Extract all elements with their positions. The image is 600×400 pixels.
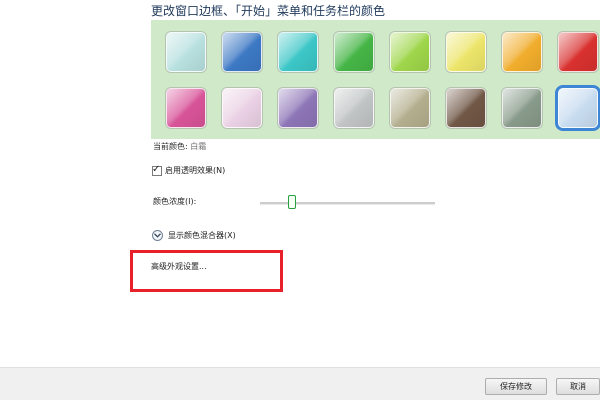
- color-swatch-chocolate[interactable]: [446, 88, 486, 128]
- color-intensity-label: 颜色浓度(I):: [153, 197, 197, 206]
- swatch-gloss: [279, 89, 317, 127]
- color-swatch-lime[interactable]: [390, 32, 430, 72]
- swatch-gloss: [335, 89, 373, 127]
- color-mixer-label: 显示颜色混合器(X): [168, 231, 236, 240]
- color-swatch-sky[interactable]: [166, 32, 206, 72]
- color-swatch-dusk[interactable]: [334, 88, 374, 128]
- current-color-label: 当前颜色:: [153, 142, 188, 151]
- color-swatch-fuchsia[interactable]: [166, 88, 206, 128]
- swatch-gloss: [447, 89, 485, 127]
- color-swatch-pumpkin[interactable]: [390, 88, 430, 128]
- swatch-gloss: [503, 33, 541, 71]
- color-swatch-panel: [151, 20, 600, 139]
- swatch-gloss: [559, 89, 597, 127]
- swatch-gloss: [279, 33, 317, 71]
- swatch-gloss: [391, 33, 429, 71]
- color-swatch-blush[interactable]: [222, 88, 262, 128]
- color-intensity-slider-thumb[interactable]: [288, 195, 296, 209]
- swatch-gloss: [335, 33, 373, 71]
- swatch-gloss: [167, 33, 205, 71]
- transparency-checkbox[interactable]: ✓: [152, 163, 162, 176]
- swatch-gloss: [559, 33, 597, 71]
- transparency-option[interactable]: ✓ 启用透明效果(N): [152, 163, 226, 176]
- color-swatch-lemon[interactable]: [446, 32, 486, 72]
- cancel-button[interactable]: 取消: [556, 378, 600, 395]
- color-swatch-leaf[interactable]: [334, 32, 374, 72]
- color-swatch-sea-foam[interactable]: [278, 32, 318, 72]
- checkmark-icon: ✓: [152, 163, 161, 175]
- current-color: 当前颜色: 白霜: [153, 141, 206, 152]
- swatch-gloss: [167, 89, 205, 127]
- swatch-gloss: [447, 33, 485, 71]
- current-color-value: 白霜: [190, 142, 207, 151]
- color-intensity-slider-track[interactable]: [260, 202, 435, 205]
- swatch-gloss: [223, 89, 261, 127]
- swatch-gloss: [223, 33, 261, 71]
- page-heading: 更改窗口边框、「开始」菜单和任务栏的颜色: [151, 4, 386, 18]
- highlight-annotation: [130, 250, 283, 292]
- save-changes-button[interactable]: 保存修改: [485, 378, 547, 395]
- color-swatch-slate[interactable]: [502, 88, 542, 128]
- color-mixer-toggle[interactable]: 显示颜色混合器(X): [152, 230, 236, 241]
- color-swatch-tangerine[interactable]: [502, 32, 542, 72]
- chevron-down-icon: [152, 230, 163, 241]
- transparency-label: 启用透明效果(N): [165, 166, 226, 175]
- color-swatch-frost[interactable]: [558, 88, 598, 128]
- color-swatch-twilight[interactable]: [222, 32, 262, 72]
- swatch-gloss: [503, 89, 541, 127]
- color-swatch-violet[interactable]: [278, 88, 318, 128]
- color-swatch-ruby[interactable]: [558, 32, 598, 72]
- swatch-gloss: [391, 89, 429, 127]
